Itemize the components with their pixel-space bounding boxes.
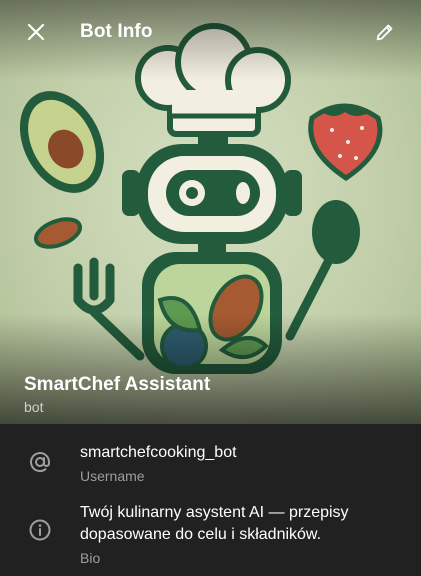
close-icon bbox=[27, 23, 45, 41]
pencil-icon bbox=[376, 24, 393, 41]
bio-value: Twój kulinarny asystent AI — przepisy do… bbox=[80, 504, 349, 543]
info-icon bbox=[29, 519, 51, 541]
avocado bbox=[19, 91, 105, 193]
bio-label: Bio bbox=[80, 550, 101, 566]
profile-header: Bot Info SmartChef Assistant bot bbox=[0, 0, 421, 424]
top-bar: Bot Info bbox=[0, 0, 421, 64]
close-button[interactable] bbox=[8, 0, 64, 64]
username-value: smartchefcooking_bot bbox=[80, 444, 237, 461]
edit-button[interactable] bbox=[357, 0, 413, 64]
at-icon bbox=[30, 452, 50, 473]
username-row[interactable]: smartchefcooking_bot Username bbox=[0, 434, 421, 494]
username-label: Username bbox=[80, 468, 145, 484]
bio-row[interactable]: Twój kulinarny asystent AI — przepisy do… bbox=[0, 494, 421, 576]
page-title: Bot Info bbox=[80, 21, 153, 42]
info-list: smartchefcooking_bot Username Twój kulin… bbox=[0, 424, 421, 576]
bot-name: SmartChef Assistant bbox=[24, 374, 211, 395]
bot-status: bot bbox=[24, 399, 44, 415]
strawberry bbox=[308, 103, 383, 182]
